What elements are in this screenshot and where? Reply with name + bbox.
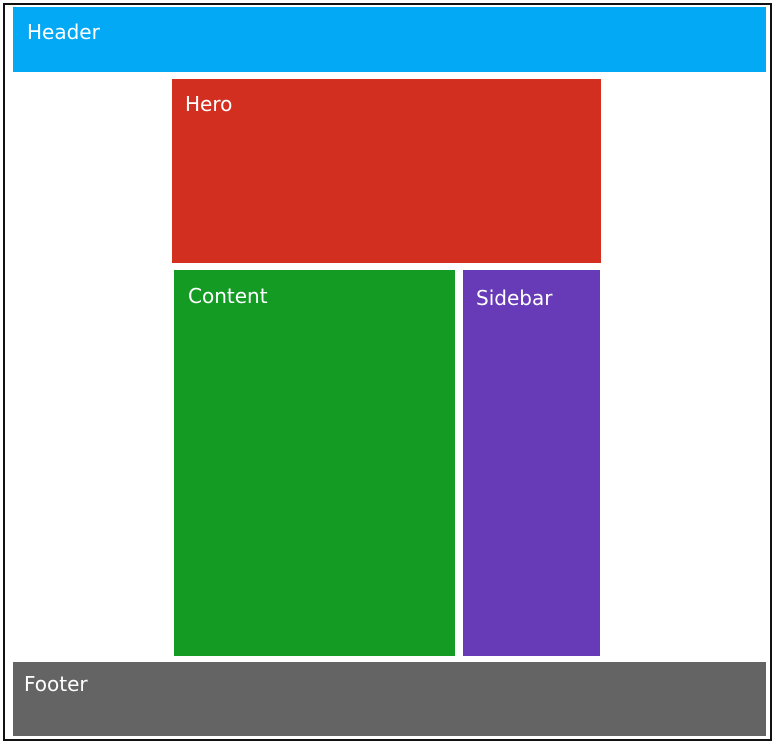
content-label: Content — [188, 284, 268, 308]
hero-label: Hero — [185, 92, 233, 116]
content-region: Content — [174, 270, 455, 656]
header-label: Header — [27, 20, 100, 44]
sidebar-label: Sidebar — [476, 286, 553, 310]
header-region: Header — [13, 7, 766, 72]
footer-label: Footer — [24, 672, 88, 696]
hero-region: Hero — [172, 79, 601, 263]
footer-region: Footer — [13, 662, 766, 736]
sidebar-region: Sidebar — [463, 270, 600, 656]
